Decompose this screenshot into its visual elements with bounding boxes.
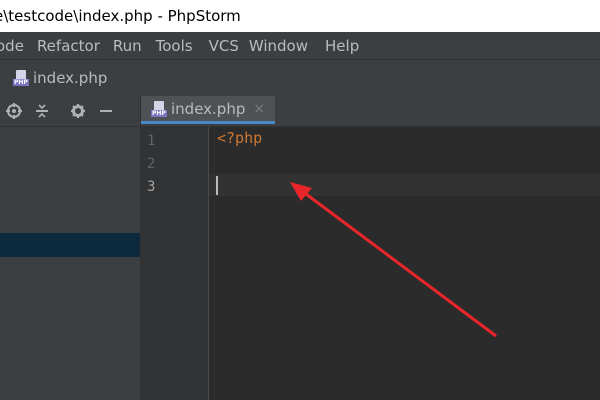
arrow-shaft (301, 189, 497, 338)
annotation-arrow (290, 182, 497, 338)
arrow-head (290, 182, 312, 201)
